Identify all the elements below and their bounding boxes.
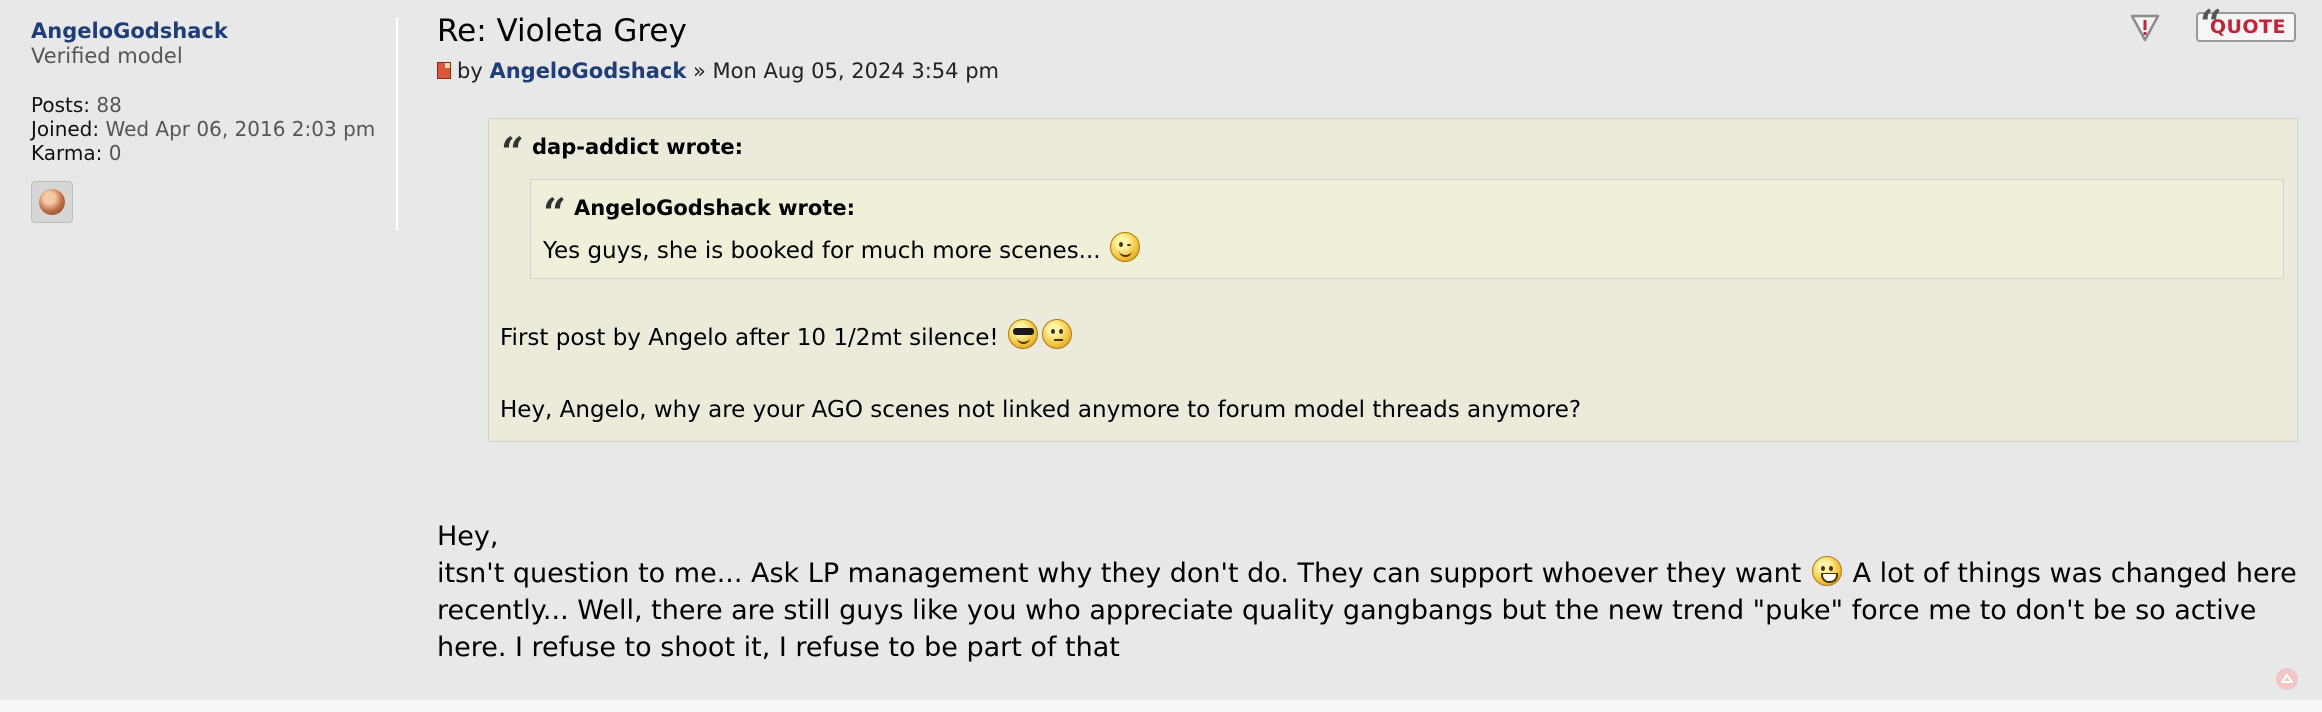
forum-post: AngeloGodshack Verified model Posts: 88 …	[0, 0, 2322, 700]
joined-value: Wed Apr 06, 2016 2:03 pm	[105, 117, 376, 141]
blockquote-inner: “ AngeloGodshack wrote: Yes guys, she is…	[530, 179, 2284, 279]
post-document-icon[interactable]	[437, 62, 451, 79]
post-separator-strip	[0, 700, 2322, 712]
karma-label: Karma:	[31, 141, 103, 165]
outer-cite-text[interactable]: dap-addict wrote:	[532, 135, 743, 159]
quote-mark-icon: “	[543, 190, 567, 237]
profile-rank: Verified model	[31, 44, 183, 68]
outer-quote-line2: Hey, Angelo, why are your AGO scenes not…	[500, 397, 1582, 423]
back-to-top-button[interactable]	[2276, 668, 2298, 690]
inner-cite-text[interactable]: AngeloGodshack wrote:	[574, 196, 855, 220]
post-separator: »	[692, 59, 706, 83]
post-content-text-a: itsn't question to me... Ask LP manageme…	[437, 558, 1802, 589]
avatar[interactable]	[31, 181, 73, 223]
quote-icon: “	[2200, 1, 2223, 46]
profile-joined: Joined: Wed Apr 06, 2016 2:03 pm	[31, 117, 391, 141]
post-date: Mon Aug 05, 2024 3:54 pm	[712, 59, 999, 83]
post-profile: AngeloGodshack Verified model Posts: 88 …	[31, 18, 391, 223]
profile-divider	[396, 18, 398, 230]
quote-mark-icon: “	[501, 129, 525, 176]
blockquote-outer-cite: “ dap-addict wrote:	[501, 133, 743, 173]
profile-karma: Karma: 0	[31, 141, 391, 165]
joined-label: Joined:	[31, 117, 100, 141]
post-meta: by AngeloGodshack » Mon Aug 05, 2024 3:5…	[437, 58, 999, 84]
blockquote-inner-cite: “ AngeloGodshack wrote:	[543, 194, 855, 234]
inner-quote-line: Yes guys, she is booked for much more sc…	[543, 238, 1101, 264]
profile-stats: Posts: 88 Joined: Wed Apr 06, 2016 2:03 …	[31, 93, 391, 165]
blockquote-outer: “ dap-addict wrote: “ AngeloGodshack wro…	[488, 118, 2298, 442]
posts-label: Posts:	[31, 93, 91, 117]
post-title[interactable]: Re: Violeta Grey	[437, 12, 687, 50]
report-icon	[2130, 14, 2160, 42]
post-by: by	[457, 59, 483, 83]
report-button[interactable]	[2128, 10, 2162, 44]
posts-value[interactable]: 88	[96, 93, 121, 117]
cool-smiley-icon	[1007, 319, 1038, 349]
post-content-paragraph: itsn't question to me... Ask LP manageme…	[437, 555, 2297, 666]
inner-quote-text: Yes guys, she is booked for much more sc…	[543, 232, 1142, 266]
post-author-link[interactable]: AngeloGodshack	[489, 59, 686, 83]
profile-posts: Posts: 88	[31, 93, 391, 117]
outer-quote-text1: First post by Angelo after 10 1/2mt sile…	[500, 325, 999, 351]
back-to-top-icon	[2281, 674, 2293, 683]
quote-button[interactable]: “ QUOTE	[2196, 4, 2296, 44]
outer-quote-line1: First post by Angelo after 10 1/2mt sile…	[500, 319, 1074, 353]
karma-value: 0	[108, 141, 122, 165]
post-content-line1: Hey,	[437, 521, 499, 552]
wink-smiley-icon	[1109, 232, 1140, 262]
profile-username-link[interactable]: AngeloGodshack	[31, 18, 391, 44]
grin-smiley-icon	[1811, 556, 1842, 586]
thinking-smiley-icon	[1041, 319, 1072, 349]
avatar-image	[39, 189, 65, 215]
post-content: Hey, itsn't question to me... Ask LP man…	[437, 518, 2297, 666]
